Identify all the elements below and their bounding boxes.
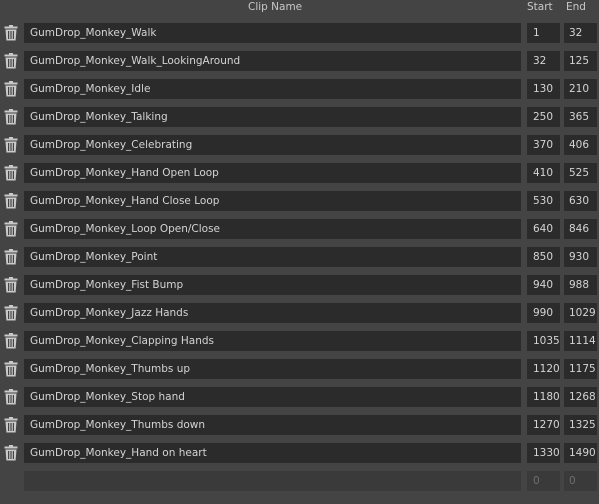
end-frame-field[interactable]: 1325	[564, 415, 597, 435]
clip-name-field[interactable]: GumDrop_Monkey_Clapping Hands	[24, 331, 521, 351]
clip-name-header: Clip Name	[248, 1, 303, 13]
end-frame-field[interactable]: 1029	[564, 303, 597, 323]
trash-icon[interactable]	[4, 137, 18, 153]
end-frame-field[interactable]: 365	[564, 107, 597, 127]
trash-icon[interactable]	[4, 445, 18, 461]
trash-icon[interactable]	[4, 417, 18, 433]
end-header: End	[566, 1, 586, 13]
start-frame-field[interactable]: 1	[527, 23, 560, 43]
clip-name-field[interactable]: GumDrop_Monkey_Talking	[24, 107, 521, 127]
clip-row: GumDrop_Monkey_Celebrating 370 406	[0, 135, 599, 155]
clip-name-field[interactable]: GumDrop_Monkey_Hand on heart	[24, 443, 521, 463]
end-frame-field[interactable]: 1175	[564, 359, 597, 379]
start-frame-field[interactable]: 1120	[527, 359, 560, 379]
trash-icon[interactable]	[4, 361, 18, 377]
start-frame-field[interactable]: 1330	[527, 443, 560, 463]
clip-name-field[interactable]: GumDrop_Monkey_Walk	[24, 23, 521, 43]
clip-name-field[interactable]: GumDrop_Monkey_Walk_LookingAround	[24, 51, 521, 71]
clip-row: GumDrop_Monkey_Loop Open/Close 640 846	[0, 219, 599, 239]
clip-name-field[interactable]: GumDrop_Monkey_Stop hand	[24, 387, 521, 407]
start-frame-field[interactable]: 410	[527, 163, 560, 183]
clip-row: GumDrop_Monkey_Idle 130 210	[0, 79, 599, 99]
trash-icon[interactable]	[4, 81, 18, 97]
clip-name-field[interactable]: GumDrop_Monkey_Thumbs up	[24, 359, 521, 379]
end-frame-field[interactable]: 846	[564, 219, 597, 239]
clip-row: GumDrop_Monkey_Thumbs down 1270 1325	[0, 415, 599, 435]
start-frame-field[interactable]: 250	[527, 107, 560, 127]
end-frame-field[interactable]: 525	[564, 163, 597, 183]
clip-name-field[interactable]: GumDrop_Monkey_Point	[24, 247, 521, 267]
clip-row: GumDrop_Monkey_Clapping Hands 1035 1114	[0, 331, 599, 351]
column-header: Clip Name Start End	[0, 0, 599, 16]
new-clip-name-field[interactable]	[24, 471, 521, 491]
clip-row: GumDrop_Monkey_Hand Open Loop 410 525	[0, 163, 599, 183]
clip-name-field[interactable]: GumDrop_Monkey_Idle	[24, 79, 521, 99]
start-frame-field[interactable]: 850	[527, 247, 560, 267]
trash-icon[interactable]	[4, 277, 18, 293]
start-frame-field[interactable]: 940	[527, 275, 560, 295]
clip-name-field[interactable]: GumDrop_Monkey_Loop Open/Close	[24, 219, 521, 239]
clip-row: GumDrop_Monkey_Hand on heart 1330 1490	[0, 443, 599, 463]
trash-icon[interactable]	[4, 193, 18, 209]
end-frame-field[interactable]: 1490	[564, 443, 597, 463]
trash-icon[interactable]	[4, 25, 18, 41]
start-frame-field[interactable]: 32	[527, 51, 560, 71]
clip-name-field[interactable]: GumDrop_Monkey_Fist Bump	[24, 275, 521, 295]
trash-icon[interactable]	[4, 53, 18, 69]
start-frame-field[interactable]: 640	[527, 219, 560, 239]
end-frame-field[interactable]: 1114	[564, 331, 597, 351]
start-frame-field[interactable]: 1035	[527, 331, 560, 351]
trash-icon[interactable]	[4, 221, 18, 237]
start-header: Start	[527, 1, 553, 13]
start-frame-field[interactable]: 990	[527, 303, 560, 323]
clip-list: GumDrop_Monkey_Walk 1 32 GumDrop_Monkey_Wal…	[0, 23, 599, 499]
start-frame-field[interactable]: 530	[527, 191, 560, 211]
trash-icon[interactable]	[4, 389, 18, 405]
clip-row: GumDrop_Monkey_Stop hand 1180 1268	[0, 387, 599, 407]
trash-icon[interactable]	[4, 165, 18, 181]
new-clip-row: 00	[0, 471, 599, 491]
end-frame-field[interactable]: 630	[564, 191, 597, 211]
start-frame-field[interactable]: 130	[527, 79, 560, 99]
trash-icon[interactable]	[4, 333, 18, 349]
clip-row: GumDrop_Monkey_Thumbs up 1120 1175	[0, 359, 599, 379]
end-frame-field[interactable]: 32	[564, 23, 597, 43]
end-frame-field[interactable]: 125	[564, 51, 597, 71]
trash-icon[interactable]	[4, 305, 18, 321]
clip-row: GumDrop_Monkey_Point 850 930	[0, 247, 599, 267]
start-frame-field[interactable]: 1180	[527, 387, 560, 407]
clip-row: GumDrop_Monkey_Hand Close Loop 530 630	[0, 191, 599, 211]
start-frame-field[interactable]: 370	[527, 135, 560, 155]
clip-row: GumDrop_Monkey_Walk_LookingAround 32 125	[0, 51, 599, 71]
clip-row: GumDrop_Monkey_Talking 250 365	[0, 107, 599, 127]
trash-icon[interactable]	[4, 249, 18, 265]
new-start-frame-field[interactable]: 0	[527, 471, 560, 491]
clip-name-field[interactable]: GumDrop_Monkey_Thumbs down	[24, 415, 521, 435]
start-frame-field[interactable]: 1270	[527, 415, 560, 435]
end-frame-field[interactable]: 988	[564, 275, 597, 295]
clip-name-field[interactable]: GumDrop_Monkey_Hand Open Loop	[24, 163, 521, 183]
clip-row: GumDrop_Monkey_Fist Bump 940 988	[0, 275, 599, 295]
new-end-frame-field[interactable]: 0	[564, 471, 597, 491]
end-frame-field[interactable]: 406	[564, 135, 597, 155]
clip-editor-panel: Clip Name Start End GumDrop_Monkey_Walk 1…	[0, 0, 599, 504]
clip-row: GumDrop_Monkey_Jazz Hands 990 1029	[0, 303, 599, 323]
trash-icon[interactable]	[4, 109, 18, 125]
clip-row: GumDrop_Monkey_Walk 1 32	[0, 23, 599, 43]
clip-name-field[interactable]: GumDrop_Monkey_Hand Close Loop	[24, 191, 521, 211]
end-frame-field[interactable]: 930	[564, 247, 597, 267]
clip-name-field[interactable]: GumDrop_Monkey_Jazz Hands	[24, 303, 521, 323]
end-frame-field[interactable]: 210	[564, 79, 597, 99]
end-frame-field[interactable]: 1268	[564, 387, 597, 407]
clip-name-field[interactable]: GumDrop_Monkey_Celebrating	[24, 135, 521, 155]
